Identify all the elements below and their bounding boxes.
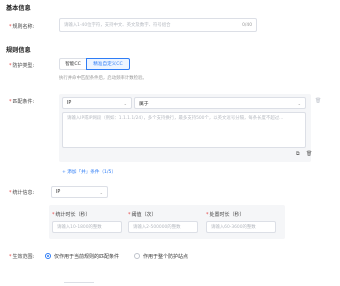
protection-type-label: *防护类型: [9,63,35,69]
delete-condition-icon[interactable]: 🗑 [315,99,321,104]
scope-radio-site[interactable] [134,253,140,259]
rule-name-label-text: 规则名称: [12,24,35,30]
protection-type-hint: 执行并命中匹配条件后，启动频率计数检验。 [59,76,147,81]
rule-name-input[interactable]: 请输入1-40位字符，支持中文、英文及数字、符号组合 0/40 [59,18,257,32]
match-condition-label-text: 匹配条件: [12,99,35,105]
section-title-basic: 基本信息 [6,5,31,12]
stat-field-value: IP [56,189,61,195]
stat-duration-input[interactable]: 请输入10-1800的整数 [52,221,122,233]
match-operator-value: 属于 [139,101,149,107]
match-condition-label: *匹配条件: [9,99,35,105]
rule-name-label: *规则名称: [9,24,35,30]
action-duration-input[interactable]: 请输入60-3600的整数 [206,221,276,233]
threshold-input[interactable]: 请输入2-500000的整数 [128,221,198,233]
chevron-down-icon: ⌄ [99,189,103,195]
chevron-down-icon: ⌄ [297,100,301,106]
match-field-select[interactable]: IP ⌄ [62,97,132,109]
match-value-placeholder: 请输入IP或IP网段（例如：1.1.1.1/24），多个支持换行，最多支持500… [67,116,284,121]
protection-type-label-text: 防护类型: [12,63,35,69]
type-option-custom-cc[interactable]: 精准自定义CC [86,58,130,70]
scope-label: *生效范围: [9,254,35,260]
stat-info-label: *统计信息: [9,190,35,196]
section-title-rule: 规则信息 [6,47,31,54]
rule-name-placeholder: 请输入1-40位字符，支持中文、英文及数字、符号组合 [64,23,171,28]
threshold-placeholder: 请输入2-500000的整数 [133,225,181,230]
stat-duration-label-text: 统计时长（秒） [55,212,91,218]
threshold-label-text: 阈值（次） [131,212,157,218]
scope-option-site-label[interactable]: 作用于整个防护站点 [143,253,188,260]
stat-duration-label: *统计时长（秒） [52,212,91,218]
action-duration-placeholder: 请输入60-3600的整数 [211,225,256,230]
scope-label-text: 生效范围: [12,254,35,260]
stat-info-label-text: 统计信息: [12,190,35,196]
match-field-value: IP [67,100,72,106]
add-and-condition-link[interactable]: + 添加「并」条件（1/5） [62,169,116,175]
stat-field-select[interactable]: IP ⌄ [51,186,108,198]
stat-duration-placeholder: 请输入10-1800的整数 [57,225,102,230]
type-option-smart-cc[interactable]: 智能CC [59,58,87,70]
bottom-edge-divider [64,282,94,286]
copy-icon[interactable]: ⧉ [296,152,300,157]
scope-option-current-label[interactable]: 仅作用于当前规则的匹配条件 [54,253,119,260]
match-operator-select[interactable]: 属于 ⌄ [134,97,306,109]
rule-name-counter: 0/40 [242,22,252,28]
threshold-label: *阈值（次） [128,212,157,218]
scope-radio-current[interactable] [45,253,51,259]
match-value-textarea[interactable]: 请输入IP或IP网段（例如：1.1.1.1/24），多个支持换行，最多支持500… [62,112,306,148]
action-duration-label: *处置时长（秒） [206,212,245,218]
trash-icon[interactable]: 🗑 [306,152,312,157]
action-duration-label-text: 处置时长（秒） [209,212,245,218]
chevron-down-icon: ⌄ [123,100,127,106]
